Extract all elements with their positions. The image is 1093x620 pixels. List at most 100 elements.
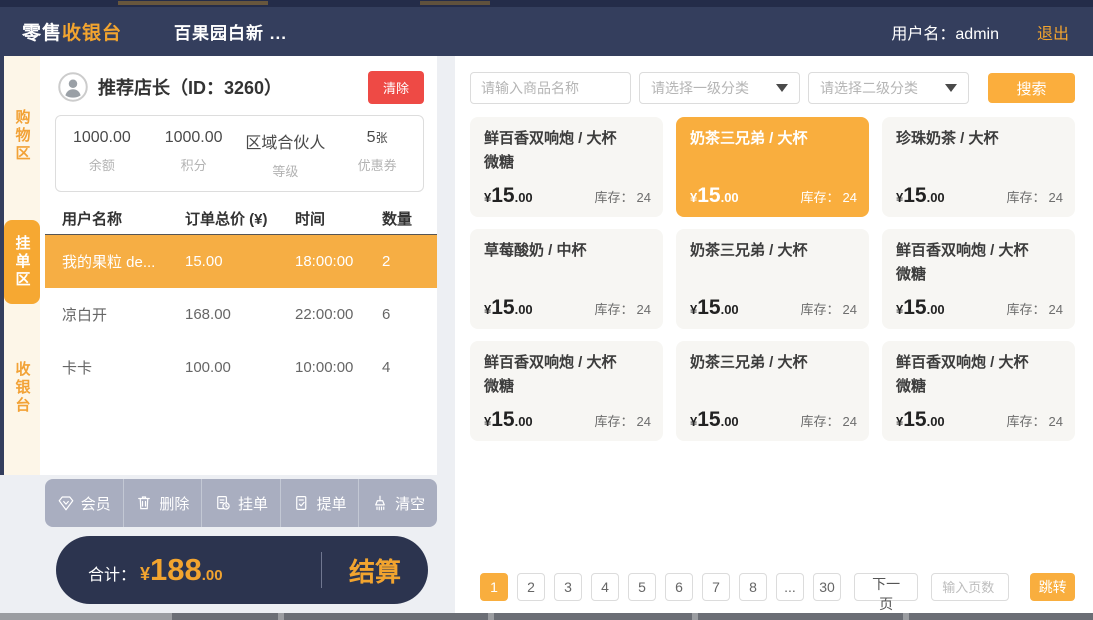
product-name: 珍珠奶茶 / 大杯 xyxy=(896,127,1061,151)
page-button[interactable]: 6 xyxy=(665,573,693,601)
side-tab[interactable]: 挂单区 xyxy=(4,220,40,304)
page-button[interactable]: 30 xyxy=(813,573,841,601)
page-button[interactable]: 1 xyxy=(480,573,508,601)
taskbar-segment xyxy=(494,613,692,620)
product-card[interactable]: 鲜百香双响炮 / 大杯 微糖 ¥15.00 库存：24 xyxy=(882,229,1075,329)
page-button[interactable]: 3 xyxy=(554,573,582,601)
order-total: 15.00 xyxy=(185,253,295,270)
settle-button[interactable]: 结算 xyxy=(322,552,428,589)
page-button[interactable]: 4 xyxy=(591,573,619,601)
page-button[interactable]: 2 xyxy=(517,573,545,601)
top-bar: 零售收银台 百果园白新 ... 用户名：admin 退出 xyxy=(0,7,1093,56)
store-name: 百果园白新 ... xyxy=(174,19,287,44)
page-number-input[interactable] xyxy=(931,573,1009,601)
clear-all-button[interactable]: 清空 xyxy=(359,479,437,527)
product-price-dec: .00 xyxy=(927,190,945,205)
side-tab-bar: 购物区 挂单区 收银台 xyxy=(0,56,40,475)
app-title-suffix: 收银台 xyxy=(62,23,122,44)
header-time: 时间 xyxy=(295,208,382,229)
app-title: 零售收银台 xyxy=(22,18,122,45)
side-tab[interactable]: 购物区 xyxy=(4,94,40,178)
product-price-currency: ¥ xyxy=(896,414,903,429)
product-stock: 库存：24 xyxy=(1007,299,1063,318)
product-card[interactable]: 鲜百香双响炮 / 大杯 微糖 ¥15.00 库存：24 xyxy=(882,341,1075,441)
table-header-row: 用户名称 订单总价 (¥) 时间 数量 xyxy=(45,202,437,235)
product-price-currency: ¥ xyxy=(484,414,491,429)
product-card[interactable]: 奶茶三兄弟 / 大杯 ¥15.00 库存：24 xyxy=(676,229,869,329)
product-card[interactable]: 珍珠奶茶 / 大杯 ¥15.00 库存：24 xyxy=(882,117,1075,217)
product-name-input[interactable] xyxy=(470,72,631,104)
hold-order-button[interactable]: 挂单 xyxy=(202,479,281,527)
cutoff-text-remnant xyxy=(420,1,490,5)
customer-header: 推荐店长（ID：3260） 清除 xyxy=(58,71,424,103)
member-button[interactable]: 会员 xyxy=(45,479,124,527)
product-stock: 库存：24 xyxy=(595,299,651,318)
product-card[interactable]: 鲜百香双响炮 / 大杯 微糖 ¥15.00 库存：24 xyxy=(470,341,663,441)
next-page-button[interactable]: 下一页 xyxy=(854,573,918,601)
product-price-int: 15 xyxy=(491,296,514,320)
spacer xyxy=(470,441,1075,573)
product-price-int: 15 xyxy=(903,408,926,432)
table-row[interactable]: 凉白开 168.00 22:00:00 6 xyxy=(45,288,437,341)
category1-select[interactable]: 请选择一级分类 xyxy=(639,72,800,104)
customer-stat: 5张 优惠券 xyxy=(331,129,423,180)
product-price-currency: ¥ xyxy=(484,190,491,205)
product-card[interactable]: 奶茶三兄弟 / 大杯 ¥15.00 库存：24 xyxy=(676,341,869,441)
order-total: 168.00 xyxy=(185,306,295,323)
product-name: 奶茶三兄弟 / 大杯 xyxy=(690,351,855,375)
product-card[interactable]: 奶茶三兄弟 / 大杯 ¥15.00 库存：24 xyxy=(676,117,869,217)
product-spec: 微糖 xyxy=(896,263,1061,287)
avatar-icon xyxy=(58,72,88,102)
product-stock: 库存：24 xyxy=(1007,411,1063,430)
clear-customer-button[interactable]: 清除 xyxy=(368,71,424,104)
order-total: 100.00 xyxy=(185,359,295,376)
product-price-currency: ¥ xyxy=(484,302,491,317)
product-price-dec: .00 xyxy=(927,414,945,429)
hold-order-icon xyxy=(214,494,232,512)
table-row[interactable]: 卡卡 100.00 10:00:00 4 xyxy=(45,341,437,394)
product-price-currency: ¥ xyxy=(690,190,697,205)
logout-button[interactable]: 退出 xyxy=(1037,20,1069,44)
total-amount: 合计：¥188.00 xyxy=(56,552,321,588)
taskbar-segment xyxy=(284,613,488,620)
category2-select[interactable]: 请选择二级分类 xyxy=(808,72,969,104)
chevron-down-icon xyxy=(945,84,957,92)
header-user-name: 用户名称 xyxy=(62,208,185,229)
product-name: 鲜百香双响炮 / 大杯 xyxy=(896,239,1061,263)
product-price-dec: .00 xyxy=(515,190,533,205)
product-stock: 库存：24 xyxy=(801,299,857,318)
product-price-currency: ¥ xyxy=(896,302,903,317)
search-button[interactable]: 搜索 xyxy=(988,73,1075,103)
product-price-int: 15 xyxy=(903,184,926,208)
product-price-dec: .00 xyxy=(721,414,739,429)
pick-order-icon xyxy=(293,494,311,512)
table-row[interactable]: 我的果粒 de... 15.00 18:00:00 2 xyxy=(45,235,437,288)
delete-button[interactable]: 删除 xyxy=(124,479,203,527)
page-button[interactable]: 5 xyxy=(628,573,656,601)
product-stock: 库存：24 xyxy=(801,187,857,206)
customer-title: 推荐店长（ID：3260） xyxy=(98,74,282,100)
action-bar: 会员 删除 挂单 提单 清空 xyxy=(45,479,437,527)
customer-stat: 1000.00 余额 xyxy=(56,129,148,180)
order-quantity: 2 xyxy=(382,253,437,270)
product-card[interactable]: 草莓酸奶 / 中杯 ¥15.00 库存：24 xyxy=(470,229,663,329)
product-stock: 库存：24 xyxy=(595,187,651,206)
order-user-name: 凉白开 xyxy=(62,304,185,325)
customer-stat: 区域合伙人 等级 xyxy=(240,129,332,180)
page-button[interactable]: 8 xyxy=(739,573,767,601)
jump-button[interactable]: 跳转 xyxy=(1030,573,1075,601)
order-time: 10:00:00 xyxy=(295,359,382,376)
page-button[interactable]: ... xyxy=(776,573,804,601)
product-price-dec: .00 xyxy=(721,190,739,205)
pick-order-button[interactable]: 提单 xyxy=(281,479,360,527)
product-stock: 库存：24 xyxy=(595,411,651,430)
page-button[interactable]: 7 xyxy=(702,573,730,601)
taskbar-segment xyxy=(909,613,1093,620)
product-spec: 微糖 xyxy=(484,151,649,175)
product-price-int: 15 xyxy=(903,296,926,320)
product-name: 鲜百香双响炮 / 大杯 xyxy=(896,351,1061,375)
product-price-int: 15 xyxy=(697,184,720,208)
cutoff-window-strip xyxy=(0,0,1093,7)
product-card[interactable]: 鲜百香双响炮 / 大杯 微糖 ¥15.00 库存：24 xyxy=(470,117,663,217)
side-tab[interactable]: 收银台 xyxy=(4,346,40,430)
